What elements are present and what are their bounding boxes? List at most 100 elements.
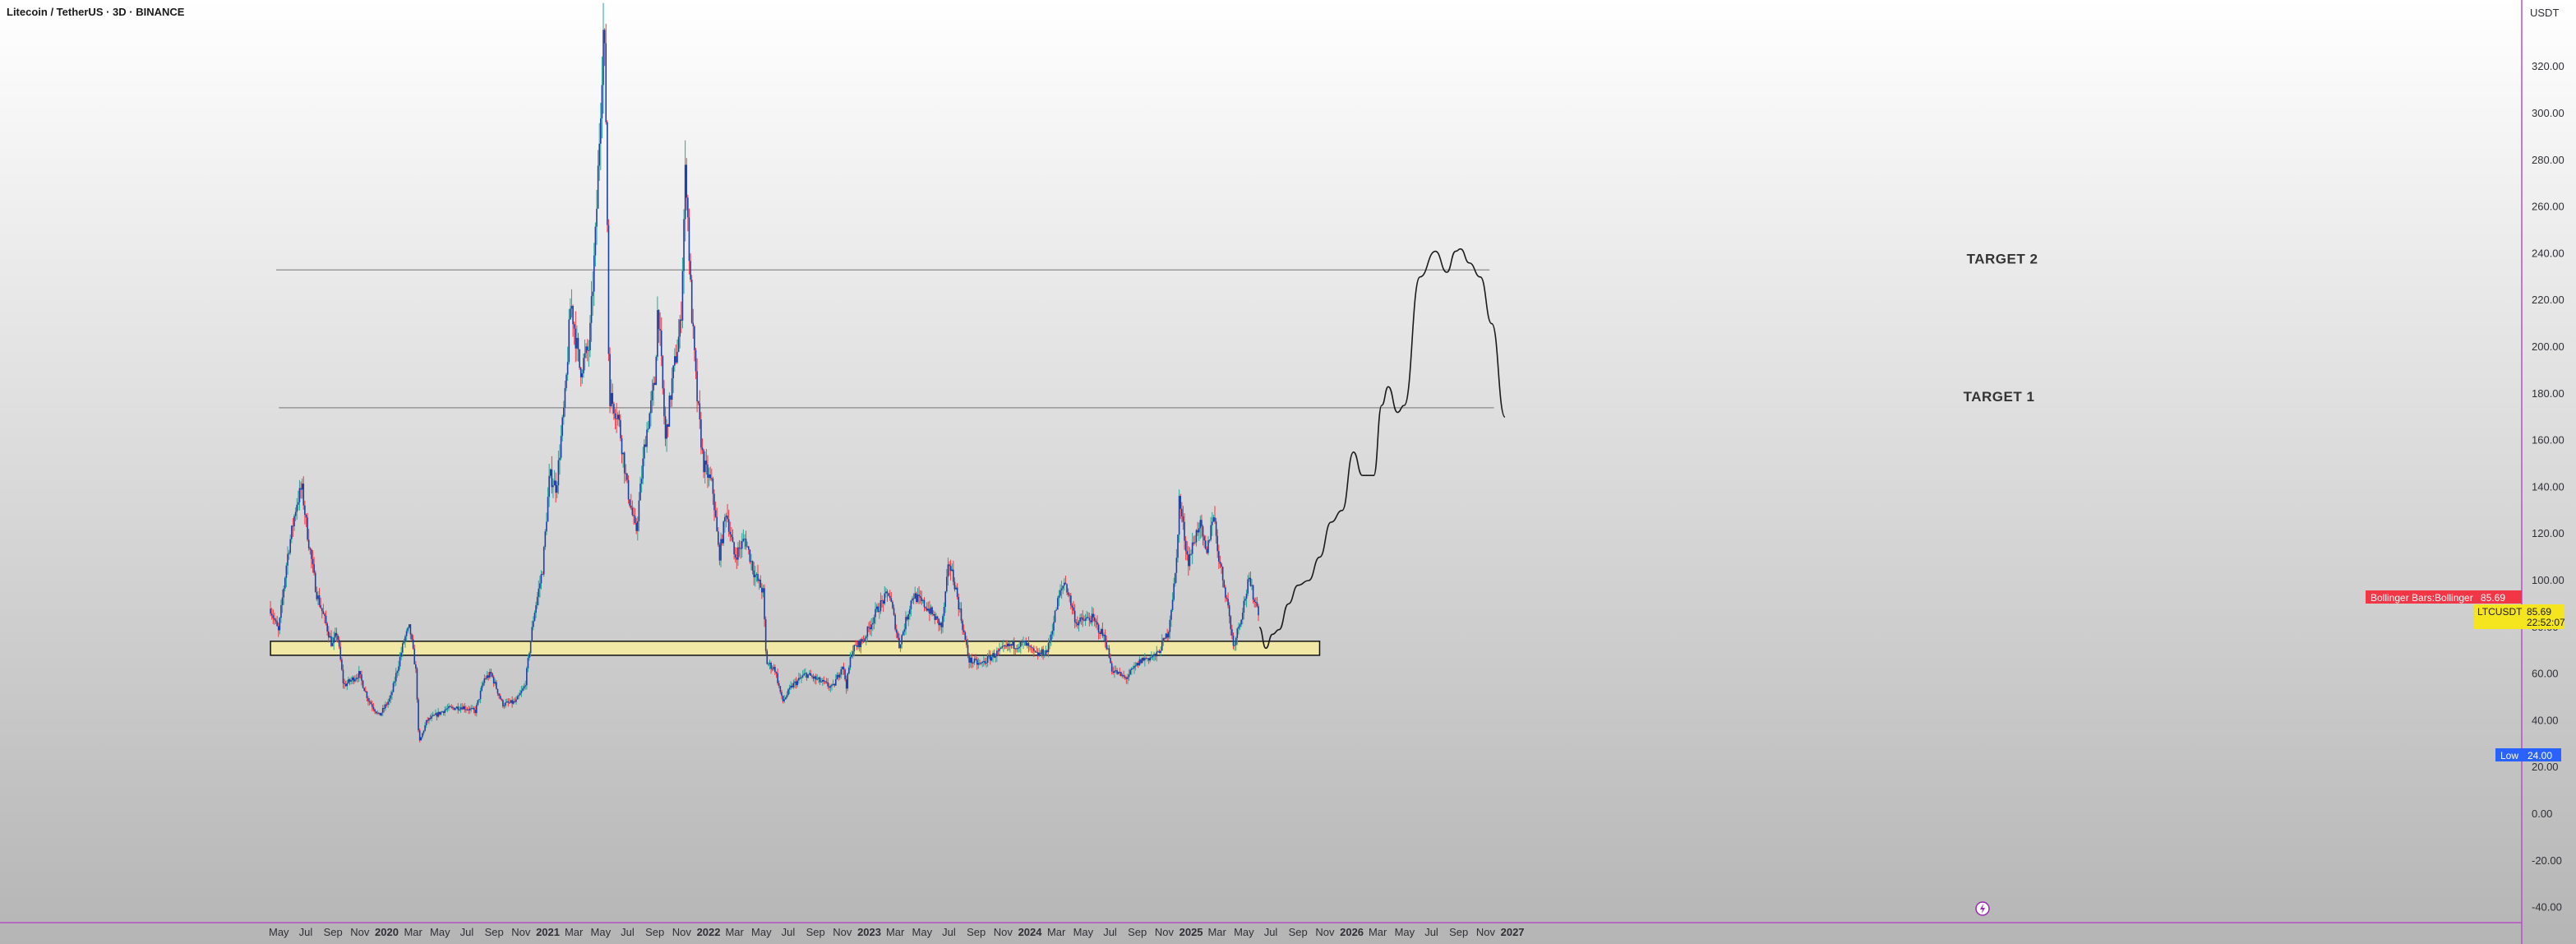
candle-body	[938, 618, 939, 626]
candle-body	[1236, 628, 1239, 638]
candle-body	[511, 700, 513, 704]
candle-body	[1041, 649, 1043, 655]
candle-body	[1225, 587, 1226, 598]
candle-body	[690, 280, 693, 323]
candle-body	[563, 407, 565, 418]
candle-body	[1154, 654, 1156, 657]
chart-stage: TARGET 1 TARGET 2 -40.00 -20.00 0.00 20.00 40…	[0, 0, 2576, 944]
candle-body	[510, 700, 512, 703]
candle-body	[613, 404, 615, 414]
candle-body	[801, 675, 804, 678]
candle-body	[1034, 650, 1036, 652]
candle-body	[844, 669, 846, 680]
candle-body	[535, 605, 537, 613]
candle-body	[536, 596, 538, 606]
y-tick-label: 180.00	[2532, 387, 2564, 400]
candle-body	[1036, 652, 1039, 656]
candle-body	[409, 624, 412, 635]
candle-body	[725, 516, 727, 517]
candle-body	[519, 692, 521, 696]
candle-body	[363, 687, 365, 692]
candle-body	[280, 604, 282, 618]
candle-body	[828, 686, 830, 688]
candle-body	[812, 676, 815, 679]
candle-body	[276, 621, 278, 627]
x-tick-label: May	[912, 926, 933, 938]
candle-body	[1198, 528, 1200, 533]
candle-body	[835, 679, 837, 686]
candle-body	[494, 682, 496, 684]
candle-body	[966, 640, 967, 646]
candle-body	[275, 619, 277, 622]
candle-body	[298, 502, 299, 505]
candle-body	[984, 660, 986, 664]
candle-body	[1136, 663, 1138, 666]
candle-body	[775, 672, 778, 673]
target-label: TARGET 2	[1967, 251, 2038, 266]
candle-body	[472, 707, 473, 709]
candle-body	[1091, 613, 1093, 622]
candle-body	[1054, 610, 1056, 622]
candle-body	[855, 645, 856, 646]
candle-body	[324, 613, 325, 616]
candle-body	[348, 679, 349, 683]
candle-body	[1009, 644, 1011, 646]
candle-body	[943, 606, 945, 617]
symbol-price-badge: LTCUSDT 85.69 22:52:07	[2474, 604, 2565, 629]
candle-body	[1119, 672, 1121, 673]
candle-body	[601, 85, 603, 118]
candle-body	[638, 500, 640, 521]
candle-body	[773, 667, 775, 669]
candle-body	[694, 326, 695, 350]
candle-body	[1212, 517, 1215, 522]
candle	[510, 700, 512, 704]
candle-body	[795, 681, 797, 686]
candle-body	[929, 609, 930, 614]
candle-body	[579, 349, 580, 368]
price-chart[interactable]: TARGET 1 TARGET 2 -40.00 -20.00 0.00 20.00 40…	[0, 0, 2576, 944]
candle-body	[317, 595, 319, 599]
candle-body	[496, 688, 499, 694]
candle-body	[1228, 605, 1230, 617]
candle-body	[962, 620, 963, 631]
candle	[749, 548, 751, 564]
target-label: TARGET 1	[1964, 389, 2035, 405]
candle-body	[1153, 654, 1155, 656]
candle-body	[968, 655, 970, 663]
x-tick-label: Nov	[1315, 926, 1335, 938]
candle-body	[695, 349, 697, 372]
candle-body	[838, 674, 841, 678]
candle-body	[1175, 558, 1178, 573]
candle-body	[1241, 613, 1244, 620]
candle-body	[1095, 621, 1097, 622]
candle-body	[557, 460, 560, 485]
candle-body	[892, 601, 893, 609]
candle-body	[616, 414, 619, 419]
y-tick-label: 220.00	[2532, 294, 2564, 306]
candle-body	[905, 617, 907, 630]
x-tick-label: Mar	[725, 926, 744, 938]
lightning-icon[interactable]	[1975, 901, 1990, 916]
candle-body	[1006, 643, 1009, 647]
candle-body	[801, 677, 802, 678]
chart-background	[0, 0, 2576, 944]
candle-body	[870, 624, 873, 630]
candle-body	[944, 591, 946, 607]
candle-body	[1157, 651, 1159, 653]
candle-body	[798, 678, 800, 681]
candle-body	[958, 597, 960, 610]
candle-body	[778, 683, 780, 687]
candle-body	[322, 611, 325, 614]
candle-body	[875, 609, 876, 618]
candle-body	[720, 539, 722, 561]
candle-body	[1129, 669, 1131, 675]
candle-body	[1244, 599, 1246, 601]
candle-body	[670, 396, 672, 400]
candle-body	[956, 587, 958, 598]
candle-body	[1082, 618, 1084, 621]
candle-body	[559, 457, 561, 460]
candle-body	[931, 607, 933, 614]
candle-body	[453, 707, 455, 710]
candle-body	[792, 685, 793, 687]
candle-body	[845, 679, 847, 689]
